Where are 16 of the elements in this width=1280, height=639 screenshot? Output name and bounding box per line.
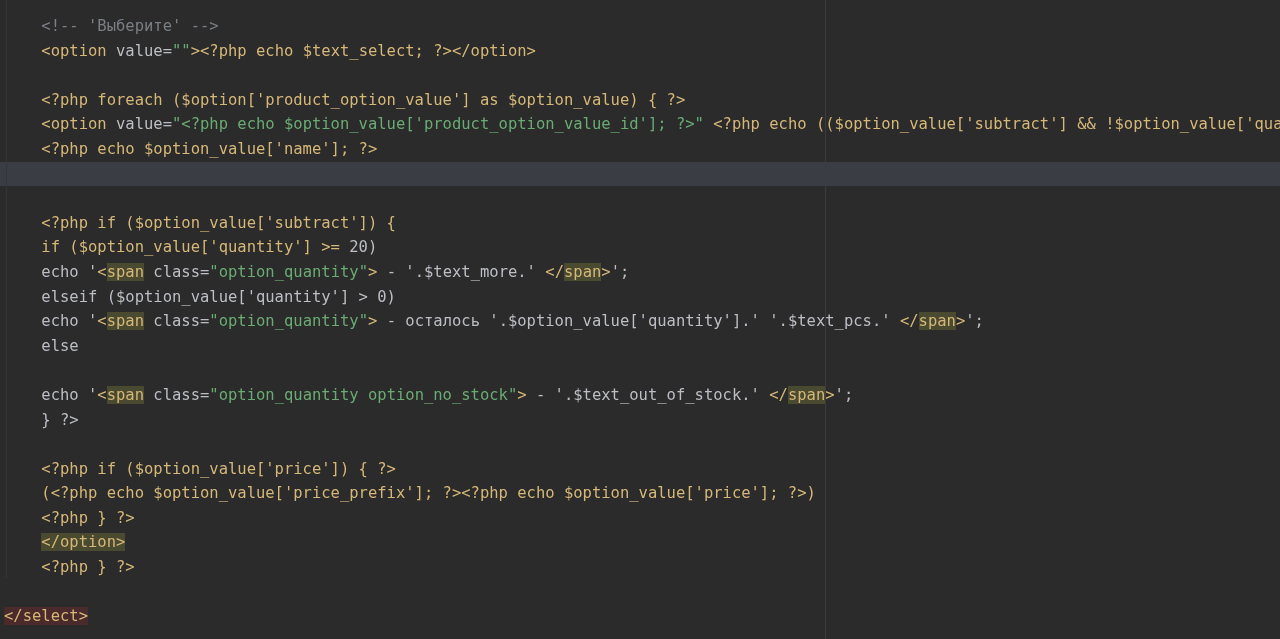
code-line: <?php } ?> — [40, 507, 135, 529]
code-line: elseif ($option_value['quantity'] > 0) — [40, 286, 396, 308]
code-line: echo '<span class="option_quantity option_no_stock"> - '.$text_out_of_stock.' </span>'; — [40, 384, 854, 406]
code-line: (<?php echo $option_value['price_prefix']; ?><?php echo $option_value['price']; ?>) — [40, 483, 816, 505]
code-line: else — [40, 335, 79, 357]
code-line: <?php if ($option_value['price']) { ?> — [40, 458, 396, 480]
code-line: } ?> — [40, 409, 79, 431]
code-line: echo '<span class="option_quantity"> - осталось '.$option_value['quantity'].' '.$text_pcs.' </span>'; — [40, 311, 984, 333]
code-line: <?php echo $option_value['name']; ?> — [40, 138, 378, 160]
code-line: <?php foreach ($option['product_option_value'] as $option_value) { ?> — [40, 89, 686, 111]
code-line: if ($option_value['quantity'] >= 20) — [40, 237, 378, 259]
code-line: <!-- 'Выберите' --> — [40, 16, 219, 37]
code-line: echo '<span class="option_quantity"> - '.$text_more.' </span>'; — [40, 261, 630, 283]
code-line: <option value=""><?php echo $text_select; ?></option> — [40, 40, 536, 62]
code-line: <?php } ?> — [40, 557, 135, 579]
code-line: <?php if ($option_value['subtract']) { — [40, 212, 396, 234]
